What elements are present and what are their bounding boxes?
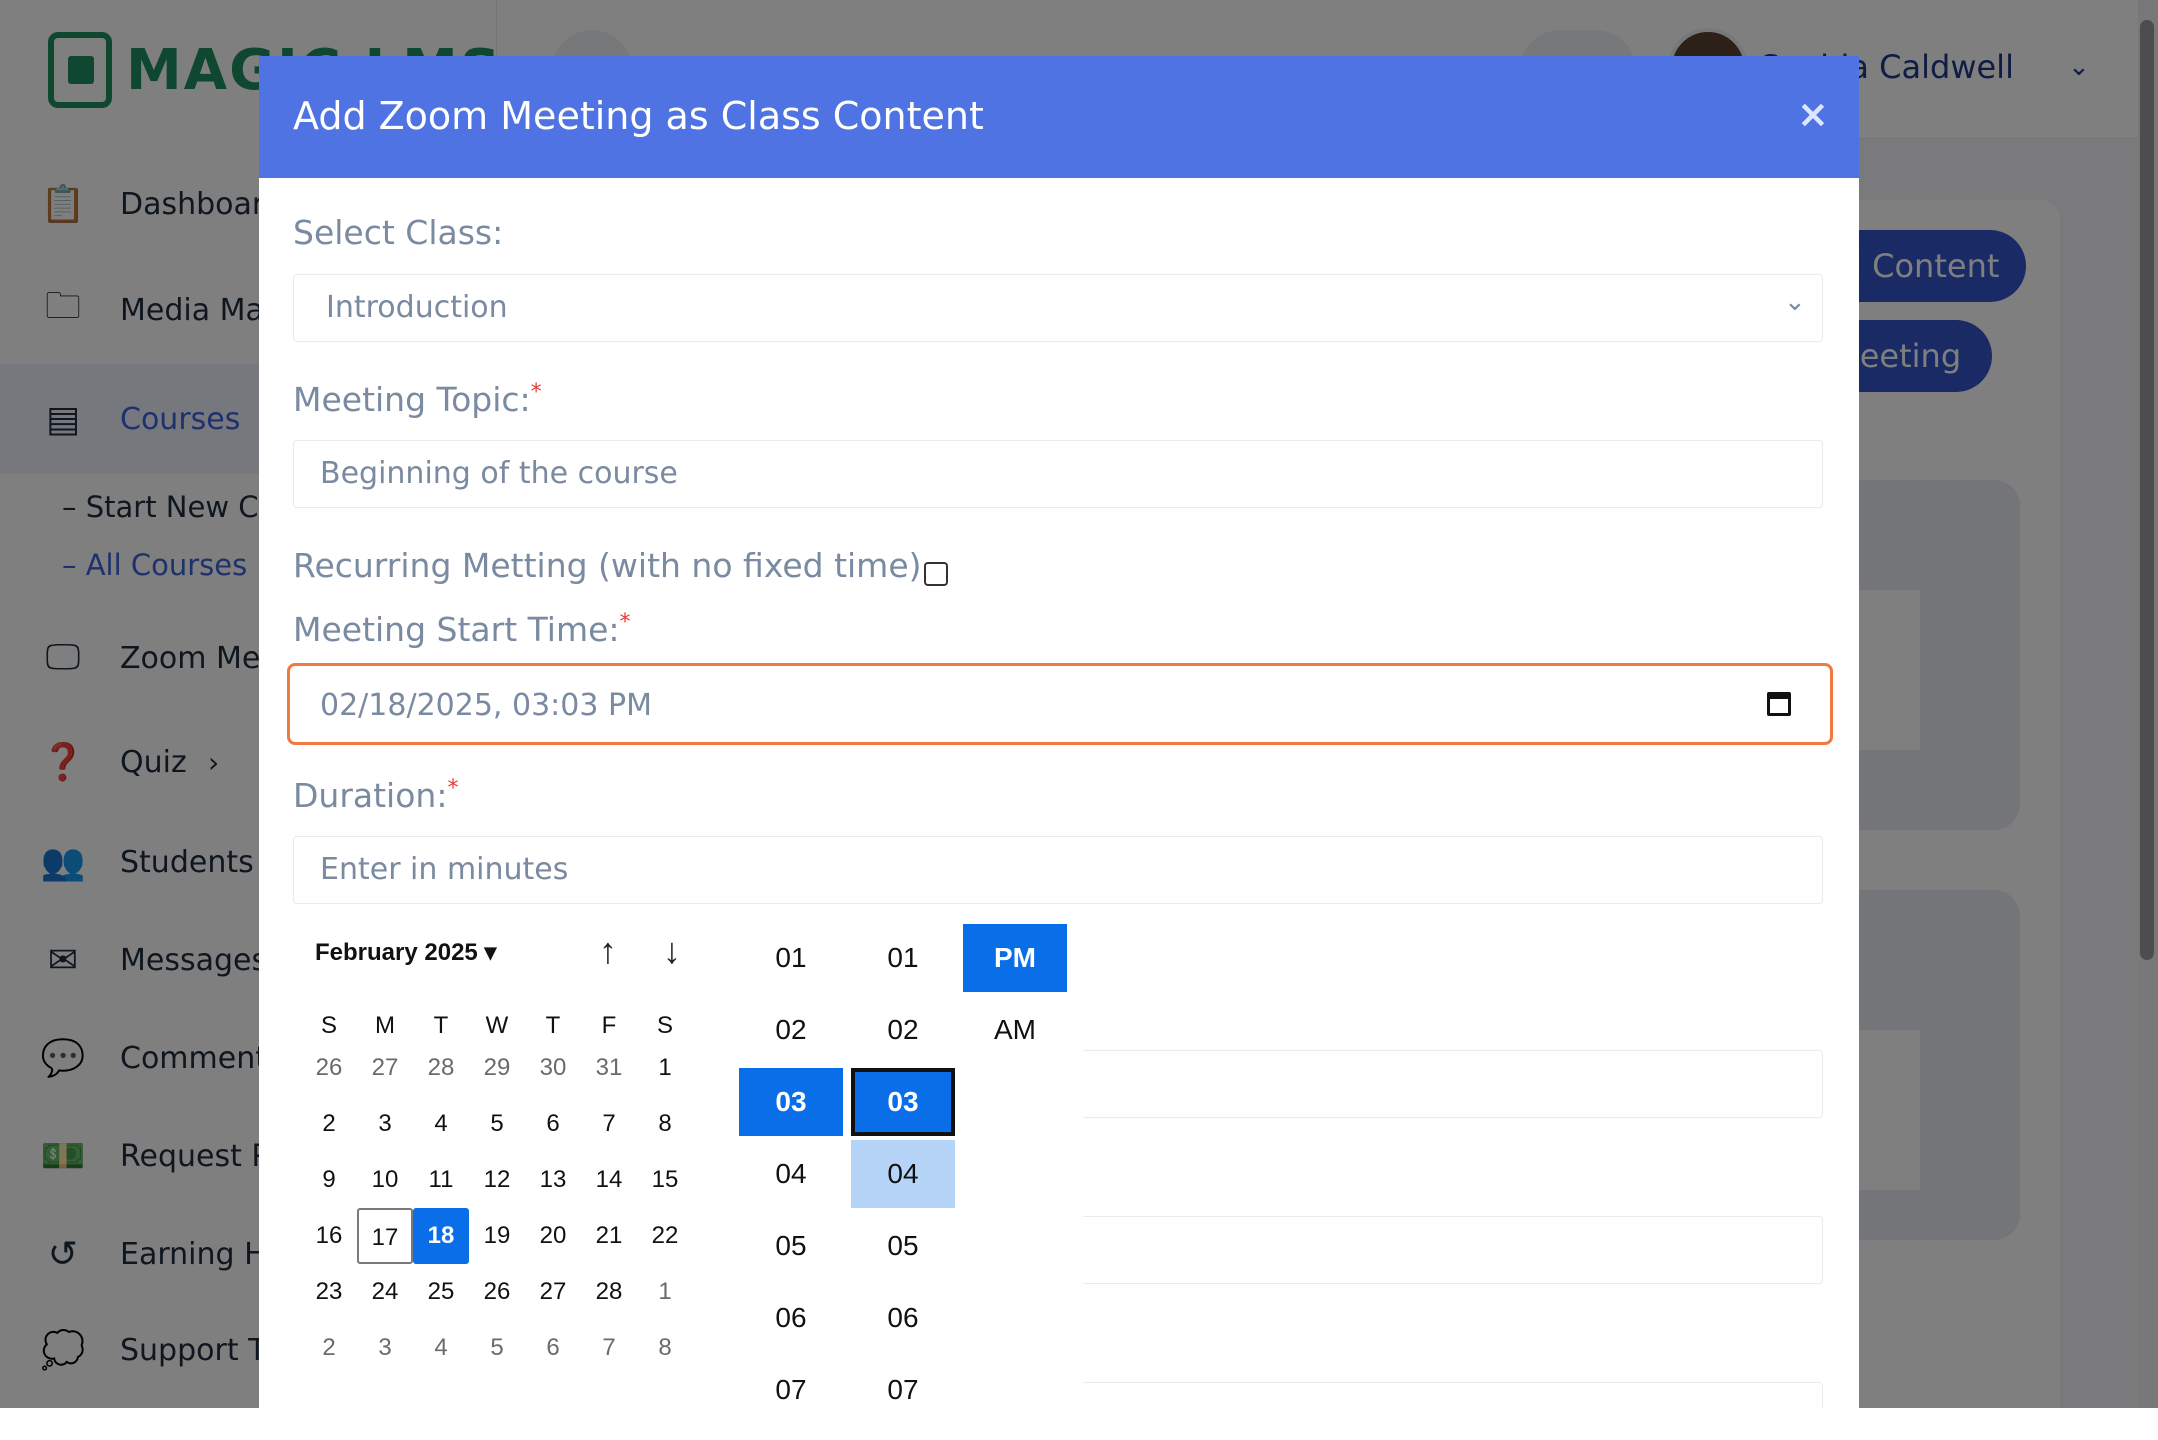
- hour-option[interactable]: 04: [739, 1140, 843, 1208]
- calendar-day[interactable]: 5: [469, 1096, 525, 1152]
- calendar-day[interactable]: 26: [301, 1040, 357, 1096]
- weekday-label: S: [656, 1012, 673, 1039]
- calendar-day[interactable]: 25: [413, 1264, 469, 1320]
- calendar-day[interactable]: 11: [413, 1152, 469, 1208]
- select-class-dropdown[interactable]: Introduction ⌄: [293, 274, 1823, 342]
- calendar-day[interactable]: 2: [301, 1096, 357, 1152]
- close-icon[interactable]: ×: [1797, 92, 1829, 136]
- hour-option[interactable]: 03: [739, 1068, 843, 1136]
- meeting-topic-label-text: Meeting Topic:: [293, 380, 531, 419]
- hour-option[interactable]: 05: [739, 1212, 843, 1280]
- calendar-day[interactable]: 3: [357, 1096, 413, 1152]
- calendar-day[interactable]: 1: [637, 1264, 693, 1320]
- calendar-day[interactable]: 27: [357, 1040, 413, 1096]
- calendar-day[interactable]: 5: [469, 1320, 525, 1376]
- calendar-day[interactable]: 28: [581, 1264, 637, 1320]
- calendar-day[interactable]: 31: [581, 1040, 637, 1096]
- calendar-day[interactable]: 20: [525, 1208, 581, 1264]
- calendar-day[interactable]: 1: [637, 1040, 693, 1096]
- calendar-day[interactable]: 15: [637, 1152, 693, 1208]
- datetime-picker: February 2025 ▾ ↑ ↓ SMTWTFS 26 27 28 29 30 31…: [293, 904, 1083, 1408]
- calendar-day[interactable]: 29: [469, 1040, 525, 1096]
- calendar-day[interactable]: 4: [413, 1320, 469, 1376]
- calendar-day[interactable]: 12: [469, 1152, 525, 1208]
- minute-option[interactable]: 06: [851, 1284, 955, 1352]
- start-time-label: Meeting Start Time:*: [293, 610, 631, 649]
- calendar-day[interactable]: 8: [637, 1096, 693, 1152]
- calendar-day[interactable]: 23: [301, 1264, 357, 1320]
- calendar-day[interactable]: 7: [581, 1320, 637, 1376]
- modal-title: Add Zoom Meeting as Class Content: [293, 94, 984, 138]
- calendar-day[interactable]: 14: [581, 1152, 637, 1208]
- month-label: February 2025: [315, 939, 478, 966]
- calendar-day[interactable]: 2: [301, 1320, 357, 1376]
- duration-label: Duration:*: [293, 776, 458, 815]
- modal-header: Add Zoom Meeting as Class Content ×: [259, 56, 1859, 178]
- calendar-day[interactable]: 26: [469, 1264, 525, 1320]
- required-mark: *: [447, 776, 459, 801]
- hour-option[interactable]: 01: [739, 924, 843, 992]
- select-class-value: Introduction: [326, 290, 508, 325]
- meeting-topic-input[interactable]: Beginning of the course: [293, 440, 1823, 508]
- arrow-up-icon[interactable]: ↑: [599, 930, 617, 972]
- duration-input[interactable]: Enter in minutes: [293, 836, 1823, 904]
- calendar-day[interactable]: 21: [581, 1208, 637, 1264]
- start-time-input[interactable]: 02/18/2025, 03:03 PM: [287, 663, 1833, 745]
- chevron-down-icon: ⌄: [1784, 287, 1806, 317]
- hour-option[interactable]: 06: [739, 1284, 843, 1352]
- meeting-topic-label: Meeting Topic:*: [293, 380, 542, 419]
- minute-option[interactable]: 04: [851, 1140, 955, 1208]
- start-time-value: 02/18/2025, 03:03 PM: [320, 688, 652, 723]
- minute-option[interactable]: 03: [851, 1068, 955, 1136]
- calendar-day[interactable]: 8: [637, 1320, 693, 1376]
- calendar-day[interactable]: 6: [525, 1096, 581, 1152]
- weekday-label: M: [375, 1012, 395, 1039]
- weekday-label: W: [485, 1012, 509, 1039]
- weekday-label: T: [433, 1012, 449, 1039]
- calendar-day[interactable]: 24: [357, 1264, 413, 1320]
- calendar-day[interactable]: 27: [525, 1264, 581, 1320]
- recurring-checkbox[interactable]: [924, 562, 948, 586]
- recurring-label: Recurring Metting (with no fixed time): [293, 546, 922, 585]
- calendar-day[interactable]: 3: [357, 1320, 413, 1376]
- ampm-option[interactable]: PM: [963, 924, 1067, 992]
- minute-option[interactable]: 01: [851, 924, 955, 992]
- calendar-day[interactable]: 10: [357, 1152, 413, 1208]
- required-mark: *: [530, 380, 542, 405]
- calendar-day[interactable]: 7: [581, 1096, 637, 1152]
- calendar-day[interactable]: 30: [525, 1040, 581, 1096]
- weekday-label: T: [545, 1012, 561, 1039]
- zoom-meeting-modal: Add Zoom Meeting as Class Content × Sele…: [259, 56, 1859, 1408]
- calendar-day[interactable]: 17: [357, 1208, 413, 1264]
- weekday-label: S: [320, 1012, 337, 1039]
- arrow-down-icon[interactable]: ↓: [663, 930, 681, 972]
- start-time-label-text: Meeting Start Time:: [293, 610, 620, 649]
- required-mark: *: [619, 610, 631, 635]
- calendar-day[interactable]: 28: [413, 1040, 469, 1096]
- select-class-label: Select Class:: [293, 213, 504, 252]
- minute-option[interactable]: 02: [851, 996, 955, 1064]
- calendar-day[interactable]: 16: [301, 1208, 357, 1264]
- ampm-option[interactable]: AM: [963, 996, 1067, 1064]
- duration-label-text: Duration:: [293, 776, 448, 815]
- calendar-day[interactable]: 13: [525, 1152, 581, 1208]
- calendar-day[interactable]: 19: [469, 1208, 525, 1264]
- hour-option[interactable]: 07: [739, 1356, 843, 1408]
- weekday-label: F: [601, 1012, 617, 1039]
- calendar-day[interactable]: 4: [413, 1096, 469, 1152]
- hour-option[interactable]: 02: [739, 996, 843, 1064]
- meeting-topic-value: Beginning of the course: [320, 456, 678, 491]
- minute-option[interactable]: 07: [851, 1356, 955, 1408]
- month-select[interactable]: February 2025 ▾: [315, 938, 496, 967]
- calendar-icon[interactable]: [1767, 692, 1791, 716]
- calendar-day[interactable]: 22: [637, 1208, 693, 1264]
- minute-option[interactable]: 05: [851, 1212, 955, 1280]
- calendar-day[interactable]: 9: [301, 1152, 357, 1208]
- calendar-day[interactable]: 18: [413, 1208, 469, 1264]
- duration-placeholder: Enter in minutes: [320, 852, 569, 887]
- calendar-day[interactable]: 6: [525, 1320, 581, 1376]
